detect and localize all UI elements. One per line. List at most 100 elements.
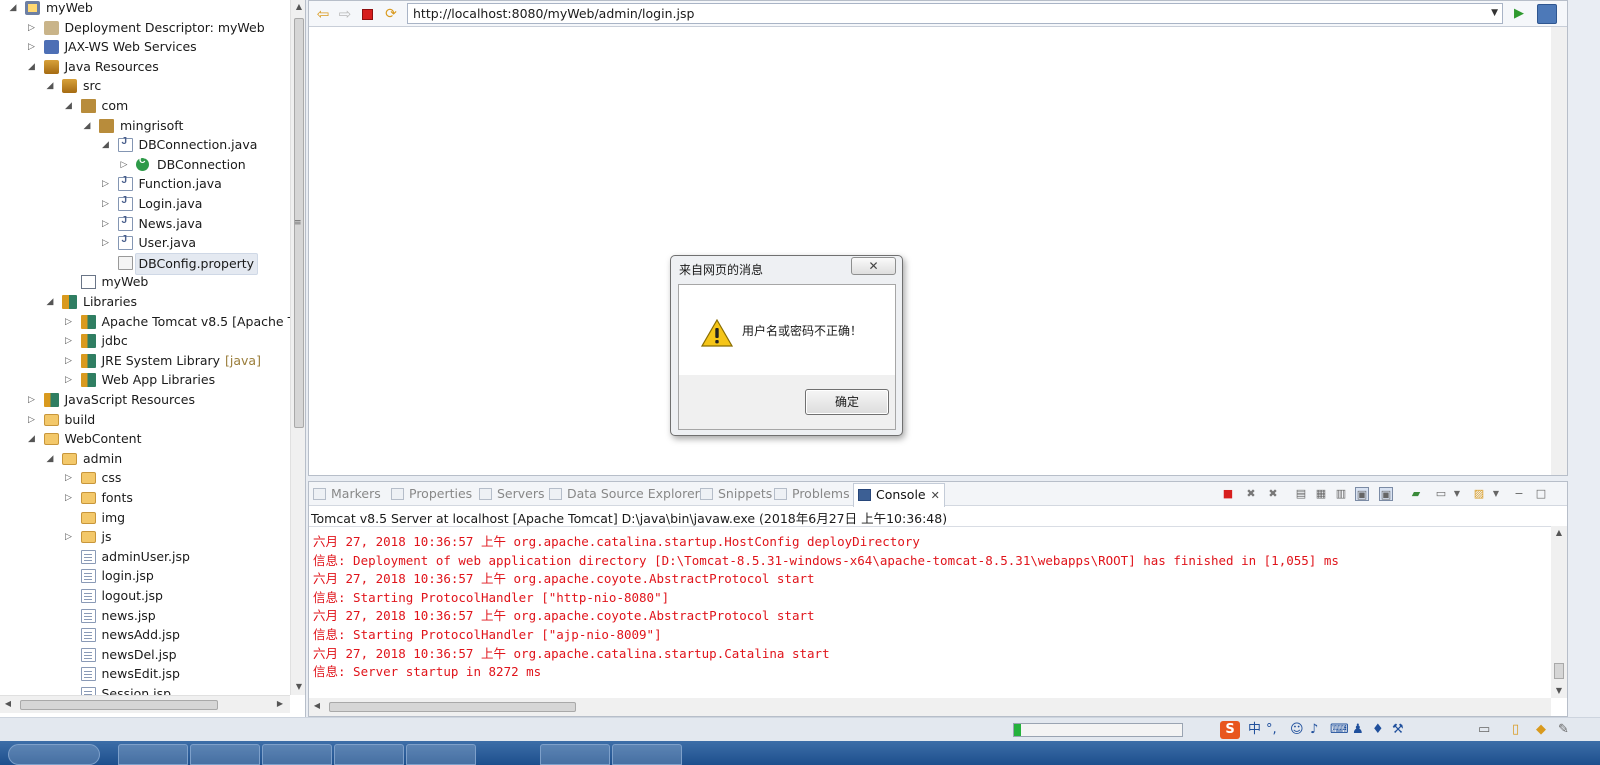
url-text[interactable]: http://localhost:8080/myWeb/admin/login.…: [413, 4, 694, 23]
expand-icon[interactable]: ▷: [26, 18, 38, 38]
tab-snippets[interactable]: Snippets: [700, 482, 772, 506]
collapse-icon[interactable]: ◢: [26, 429, 38, 449]
expand-icon[interactable]: ▷: [63, 370, 75, 390]
tree-node-label[interactable]: com: [102, 96, 129, 116]
tree-node-label[interactable]: src: [83, 76, 101, 96]
expand-icon[interactable]: ▷: [118, 155, 130, 175]
scroll-left-icon[interactable]: ◀: [309, 701, 325, 710]
skin-icon[interactable]: ♦: [1372, 721, 1384, 739]
ime-punctuation-label[interactable]: °,: [1266, 721, 1277, 739]
tree-node-label[interactable]: newsDel.jsp: [102, 645, 177, 665]
tree-node-label[interactable]: img: [102, 508, 126, 528]
explorer-horizontal-scrollbar[interactable]: ◀ ▶: [0, 695, 290, 713]
collapse-icon[interactable]: ◢: [44, 449, 56, 469]
word-wrap-icon[interactable]: ▥: [1334, 487, 1348, 501]
display-selected-console-icon[interactable]: ▭: [1434, 487, 1448, 501]
tools-icon[interactable]: ⚒: [1392, 721, 1404, 739]
chevron-down-icon[interactable]: ▼: [1450, 487, 1464, 501]
tree-node-label[interactable]: myWeb: [46, 0, 93, 18]
tab-servers[interactable]: Servers: [479, 482, 545, 506]
tree-node-label[interactable]: jdbc: [102, 331, 128, 351]
minimize-icon[interactable]: −: [1512, 487, 1526, 501]
scroll-down-icon[interactable]: ▼: [1551, 686, 1567, 695]
tree-node-label[interactable]: Login.java: [139, 194, 203, 214]
expand-icon[interactable]: ▷: [63, 351, 75, 371]
taskbar-app[interactable]: [190, 744, 260, 765]
scrollbar-thumb[interactable]: [20, 700, 218, 710]
collapse-icon[interactable]: ◢: [26, 57, 38, 77]
expand-icon[interactable]: ▷: [100, 214, 112, 234]
tree-node-label[interactable]: Function.java: [139, 174, 222, 194]
back-arrow-icon[interactable]: ⇦: [313, 4, 333, 24]
sogou-ime-icon[interactable]: S: [1220, 721, 1240, 739]
taskbar-app[interactable]: [612, 744, 682, 765]
remove-launch-icon[interactable]: ✖: [1244, 487, 1258, 501]
refresh-icon[interactable]: ⟳: [381, 4, 401, 24]
taskbar-app[interactable]: [118, 744, 188, 765]
tree-node-label[interactable]: Deployment Descriptor: myWeb: [65, 18, 265, 38]
console-output[interactable]: 六月 27, 2018 10:36:57 上午 org.apache.catal…: [309, 526, 1551, 698]
expand-icon[interactable]: ▷: [63, 312, 75, 332]
expand-icon[interactable]: ▷: [26, 37, 38, 57]
tree-node-label[interactable]: myWeb: [102, 272, 149, 292]
tutorial-icon[interactable]: ◆: [1536, 721, 1546, 739]
collapse-icon[interactable]: ◢: [100, 135, 112, 155]
url-history-dropdown-icon[interactable]: ▼: [1491, 4, 1498, 23]
taskbar-app[interactable]: [262, 744, 332, 765]
taskbar-app[interactable]: [540, 744, 610, 765]
pencil-icon[interactable]: ✎: [1558, 721, 1569, 739]
browser-vertical-scrollbar[interactable]: [1551, 27, 1567, 475]
url-bar[interactable]: http://localhost:8080/myWeb/admin/login.…: [407, 3, 1503, 24]
tree-node-label[interactable]: User.java: [139, 233, 197, 253]
console-horizontal-scrollbar[interactable]: ◀: [309, 698, 1551, 716]
open-external-browser-icon[interactable]: [1537, 4, 1557, 24]
keyboard-icon[interactable]: ⌨: [1330, 721, 1349, 739]
tree-node-label[interactable]: login.jsp: [102, 566, 154, 586]
user-icon[interactable]: ♟: [1352, 721, 1364, 739]
tree-node-label[interactable]: Apache Tomcat v8.5 [Apache Tc: [102, 312, 291, 332]
remove-all-terminated-icon[interactable]: ✖: [1266, 487, 1280, 501]
collapse-icon[interactable]: ◢: [81, 116, 93, 136]
expand-icon[interactable]: ▷: [26, 410, 38, 430]
pin-console-icon[interactable]: ▰: [1409, 487, 1423, 501]
scroll-down-icon[interactable]: ▼: [291, 682, 305, 691]
open-console-icon[interactable]: ▨: [1472, 487, 1486, 501]
microphone-icon[interactable]: ♪: [1310, 721, 1318, 739]
tree-node-label[interactable]: newsEdit.jsp: [102, 664, 180, 684]
expand-icon[interactable]: ▷: [100, 194, 112, 214]
close-tab-icon[interactable]: ✕: [931, 489, 940, 502]
collapse-icon[interactable]: ◢: [44, 76, 56, 96]
tree-node-label[interactable]: DBConnection: [157, 155, 246, 175]
taskbar-app[interactable]: [334, 744, 404, 765]
scroll-up-icon[interactable]: ▲: [1551, 528, 1567, 537]
tree-node-label[interactable]: js: [102, 527, 112, 547]
ime-mode-label[interactable]: 中: [1248, 721, 1261, 739]
expand-icon[interactable]: ▷: [63, 331, 75, 351]
expand-icon[interactable]: ▷: [100, 174, 112, 194]
status-icon[interactable]: ▭: [1478, 721, 1490, 739]
explorer-vertical-scrollbar[interactable]: ▲ ≡ ▼: [290, 0, 305, 695]
tree-node-label[interactable]: JRE System Library: [102, 351, 221, 371]
tab-properties[interactable]: Properties: [391, 482, 472, 506]
tab-problems[interactable]: Problems: [774, 482, 850, 506]
tree-node-label[interactable]: JAX-WS Web Services: [65, 37, 197, 57]
tree-node-label[interactable]: admin: [83, 449, 122, 469]
tab-console[interactable]: Console ✕: [853, 483, 945, 507]
scroll-lock-icon[interactable]: ▦: [1314, 487, 1328, 501]
emoji-icon[interactable]: ☺: [1290, 721, 1304, 739]
tree-node-label[interactable]: WebContent: [65, 429, 142, 449]
tree-node-label[interactable]: JavaScript Resources: [65, 390, 195, 410]
show-on-stdout-icon[interactable]: ▣: [1355, 487, 1369, 501]
tree-node-label[interactable]: DBConfig.property: [134, 252, 259, 275]
taskbar-app[interactable]: [406, 744, 476, 765]
collapse-icon[interactable]: ◢: [63, 96, 75, 116]
tree-node-label[interactable]: build: [65, 410, 96, 430]
forward-arrow-icon[interactable]: ⇨: [335, 4, 355, 24]
expand-icon[interactable]: ▷: [26, 390, 38, 410]
tree-node-label[interactable]: adminUser.jsp: [102, 547, 190, 567]
tree-node-label[interactable]: news.jsp: [102, 606, 156, 626]
scroll-up-icon[interactable]: ▲: [291, 2, 305, 11]
go-icon[interactable]: ▶: [1509, 4, 1529, 24]
expand-icon[interactable]: ▷: [63, 468, 75, 488]
scroll-right-icon[interactable]: ▶: [272, 699, 288, 708]
